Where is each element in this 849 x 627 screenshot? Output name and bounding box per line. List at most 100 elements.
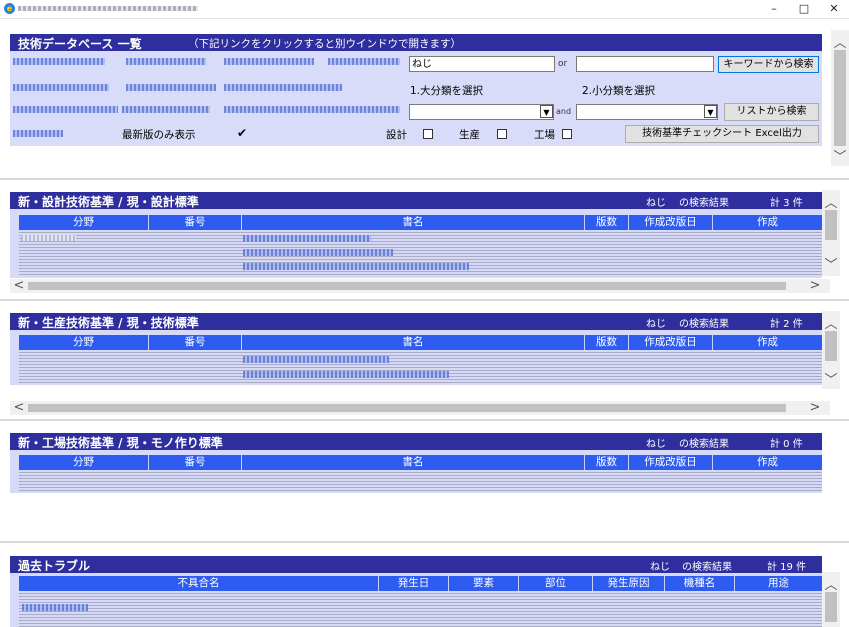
col-field[interactable]: 分野 — [19, 455, 149, 470]
filter-design-checkbox[interactable] — [423, 129, 433, 139]
result-keyword: ねじ — [646, 319, 666, 330]
keyword-input-1[interactable]: ねじ — [409, 56, 555, 72]
filter-factory-checkbox[interactable] — [562, 129, 572, 139]
db-link[interactable] — [122, 106, 210, 113]
chevron-down-icon[interactable]: ▼ — [540, 105, 553, 118]
filter-production-checkbox[interactable] — [497, 129, 507, 139]
col-number[interactable]: 番号 — [149, 455, 242, 470]
filter-factory-label: 工場 — [534, 129, 555, 141]
section1-vscroll[interactable]: ︿ ﹀ — [822, 190, 840, 276]
col-revised-date[interactable]: 作成改版日 — [629, 335, 713, 350]
col-number[interactable]: 番号 — [149, 215, 242, 230]
document-link[interactable] — [243, 235, 371, 242]
section1-hscroll[interactable]: < > — [10, 278, 830, 293]
db-link[interactable] — [224, 106, 400, 113]
col-usage[interactable]: 用途 — [735, 576, 822, 591]
filter-production-label: 生産 — [459, 129, 480, 141]
frame-divider — [0, 419, 849, 421]
category1-select[interactable] — [409, 104, 554, 120]
scroll-left-icon[interactable]: < — [10, 400, 28, 415]
keyword-input-2[interactable] — [576, 56, 714, 72]
col-field[interactable]: 分野 — [19, 215, 149, 230]
category2-select[interactable] — [576, 104, 718, 120]
result-count: 計 3 件 — [770, 198, 803, 209]
search-panel-scrollbar[interactable]: ︿ ﹀ — [831, 30, 849, 166]
close-button[interactable]: ✕ — [820, 0, 848, 18]
list-search-button[interactable]: リストから検索 — [724, 103, 819, 121]
col-revised-date[interactable]: 作成改版日 — [629, 215, 713, 230]
chevron-down-icon[interactable]: ﹀ — [822, 254, 840, 273]
db-link[interactable] — [13, 130, 63, 137]
col-edition[interactable]: 版数 — [585, 215, 629, 230]
section2-hscroll[interactable]: < > — [10, 400, 830, 415]
section-title: 新・工場技術基準 / 現・モノ作り標準 — [18, 436, 223, 450]
minimize-button[interactable]: – — [760, 0, 788, 18]
scroll-left-icon[interactable]: < — [10, 278, 28, 293]
section-title: 新・設計技術基準 / 現・設計標準 — [18, 195, 199, 209]
trouble-link[interactable] — [22, 604, 88, 611]
chevron-up-icon[interactable]: ︿ — [822, 574, 840, 593]
chevron-down-icon[interactable]: ﹀ — [822, 369, 840, 388]
maximize-button[interactable]: □ — [790, 0, 818, 18]
col-revised-date[interactable]: 作成改版日 — [629, 455, 713, 470]
col-element[interactable]: 要素 — [449, 576, 519, 591]
result-keyword: ねじ — [650, 562, 670, 573]
scroll-right-icon[interactable]: > — [806, 278, 824, 293]
db-link[interactable] — [126, 84, 216, 91]
chevron-up-icon[interactable]: ︿ — [822, 313, 840, 332]
window-titlebar: e – □ ✕ — [0, 0, 849, 19]
scroll-thumb[interactable] — [28, 282, 786, 290]
col-title[interactable]: 書名 — [242, 335, 585, 350]
col-cause[interactable]: 発生原因 — [593, 576, 665, 591]
frame-divider — [0, 299, 849, 301]
section4-vscroll[interactable]: ︿ — [822, 572, 840, 627]
db-link[interactable] — [224, 84, 342, 91]
db-link[interactable] — [224, 58, 314, 65]
db-link[interactable] — [126, 58, 206, 65]
section2-vscroll[interactable]: ︿ ﹀ — [822, 311, 840, 389]
db-link[interactable] — [328, 58, 400, 65]
db-link[interactable] — [13, 106, 118, 113]
scroll-thumb[interactable] — [834, 50, 846, 146]
col-model[interactable]: 機種名 — [665, 576, 735, 591]
result-keyword: ねじ — [646, 439, 666, 450]
db-link[interactable] — [13, 84, 109, 91]
scroll-thumb[interactable] — [825, 592, 837, 622]
col-number[interactable]: 番号 — [149, 335, 242, 350]
document-link[interactable] — [243, 249, 393, 256]
search-panel: 技術データベース 一覧 （下記リンクをクリックすると別ウインドウで開きます） ね… — [10, 34, 822, 146]
scroll-right-icon[interactable]: > — [806, 400, 824, 415]
col-edition[interactable]: 版数 — [585, 335, 629, 350]
scroll-thumb[interactable] — [825, 331, 837, 361]
col-date[interactable]: 発生日 — [379, 576, 449, 591]
db-link[interactable] — [13, 58, 105, 65]
chevron-down-icon[interactable]: ▼ — [704, 105, 717, 118]
export-excel-button[interactable]: 技術基準チェックシート Excel出力 — [625, 125, 819, 143]
col-title[interactable]: 書名 — [242, 215, 585, 230]
section-header: 新・生産技術基準 / 現・技術標準 ねじ の検索結果 計 2 件 — [10, 313, 822, 330]
chevron-up-icon[interactable]: ︿ — [831, 32, 849, 51]
category1-label: 1.大分類を選択 — [410, 85, 484, 97]
latest-only-checkbox[interactable]: ✔ — [237, 127, 247, 139]
keyword-search-button[interactable]: キーワードから検索 — [718, 56, 819, 73]
col-defect-name[interactable]: 不具合名 — [19, 576, 379, 591]
production-standards-table: 分野 番号 書名 版数 作成改版日 作成 — [19, 335, 822, 383]
result-label: の検索結果 — [679, 439, 729, 450]
scroll-thumb[interactable] — [28, 404, 786, 412]
col-author[interactable]: 作成 — [713, 215, 822, 230]
document-link[interactable] — [243, 263, 469, 270]
chevron-down-icon[interactable]: ﹀ — [831, 146, 849, 165]
col-edition[interactable]: 版数 — [585, 455, 629, 470]
document-link[interactable] — [243, 371, 449, 378]
col-part[interactable]: 部位 — [519, 576, 593, 591]
section-title: 新・生産技術基準 / 現・技術標準 — [18, 316, 199, 330]
col-field[interactable]: 分野 — [19, 335, 149, 350]
col-author[interactable]: 作成 — [713, 455, 822, 470]
col-author[interactable]: 作成 — [713, 335, 822, 350]
col-title[interactable]: 書名 — [242, 455, 585, 470]
result-count: 計 19 件 — [767, 562, 807, 573]
chevron-up-icon[interactable]: ︿ — [822, 192, 840, 211]
document-link[interactable] — [243, 356, 389, 363]
table-header: 分野 番号 書名 版数 作成改版日 作成 — [19, 455, 822, 470]
scroll-thumb[interactable] — [825, 210, 837, 240]
